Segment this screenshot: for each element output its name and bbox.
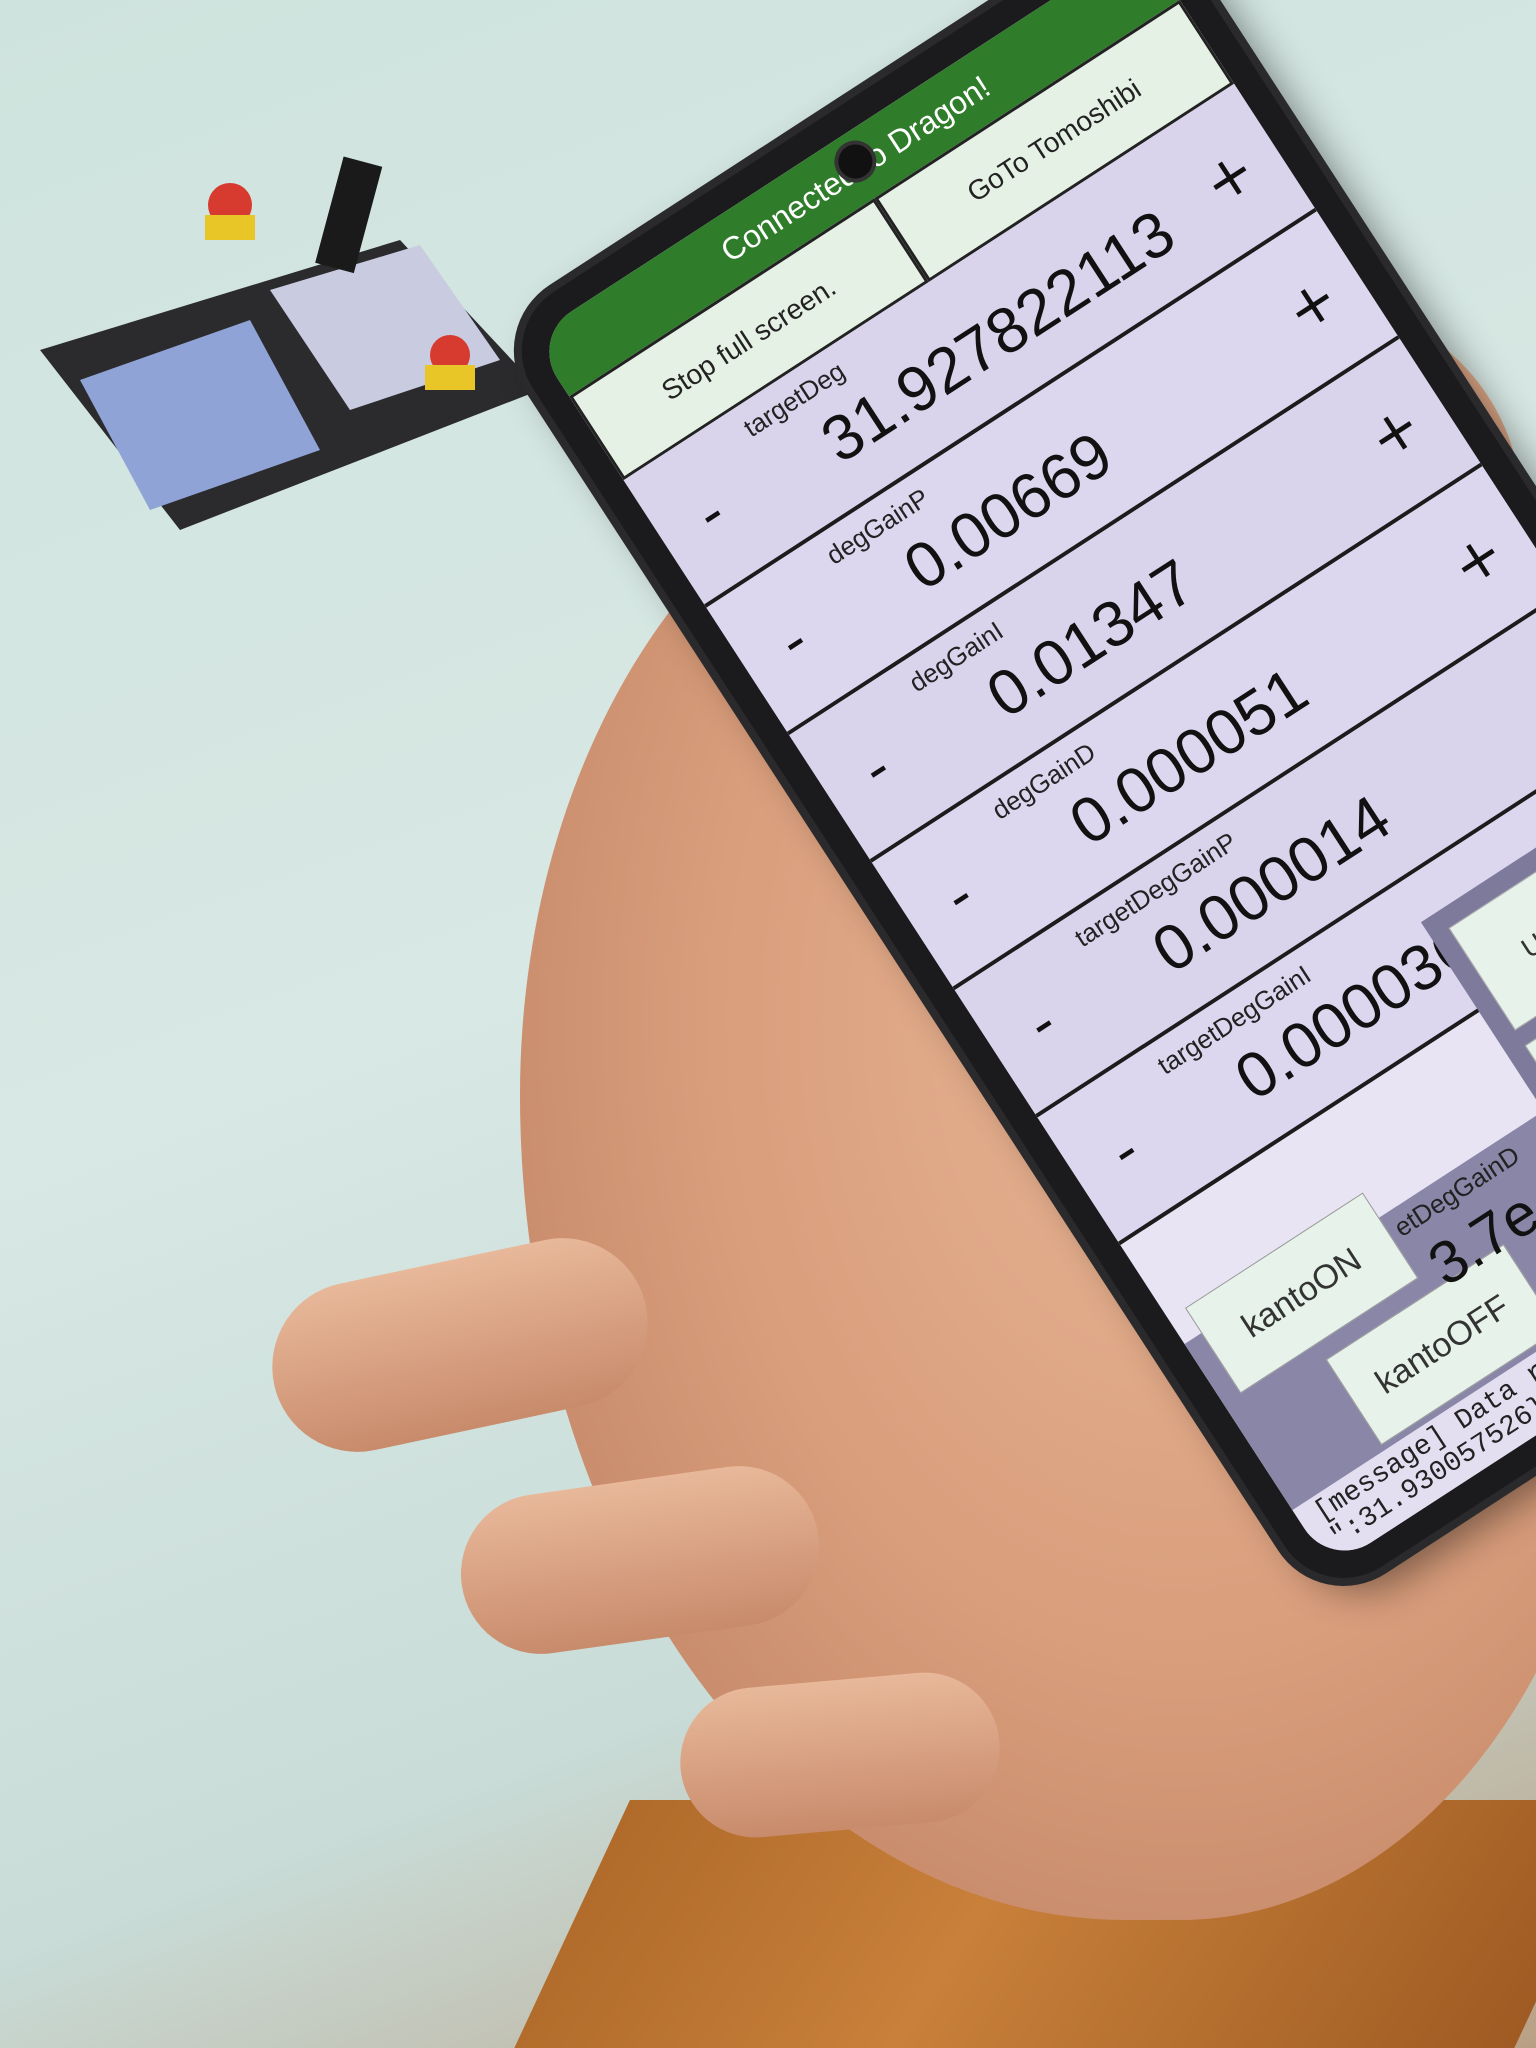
- decrement-button[interactable]: -: [1076, 1102, 1173, 1199]
- increment-button[interactable]: +: [1512, 638, 1536, 735]
- decrement-button[interactable]: -: [993, 975, 1090, 1072]
- decrement-button[interactable]: -: [745, 592, 842, 689]
- photo-scene: Connected to Dragon! Stop full screen. G…: [0, 0, 1536, 2048]
- increment-button[interactable]: +: [1429, 511, 1526, 608]
- decrement-button[interactable]: -: [662, 465, 759, 562]
- increment-button[interactable]: +: [1346, 383, 1443, 480]
- decrement-button[interactable]: -: [910, 847, 1007, 944]
- decrement-button[interactable]: -: [828, 720, 925, 817]
- increment-button[interactable]: +: [1180, 128, 1277, 225]
- increment-button[interactable]: +: [1263, 256, 1360, 353]
